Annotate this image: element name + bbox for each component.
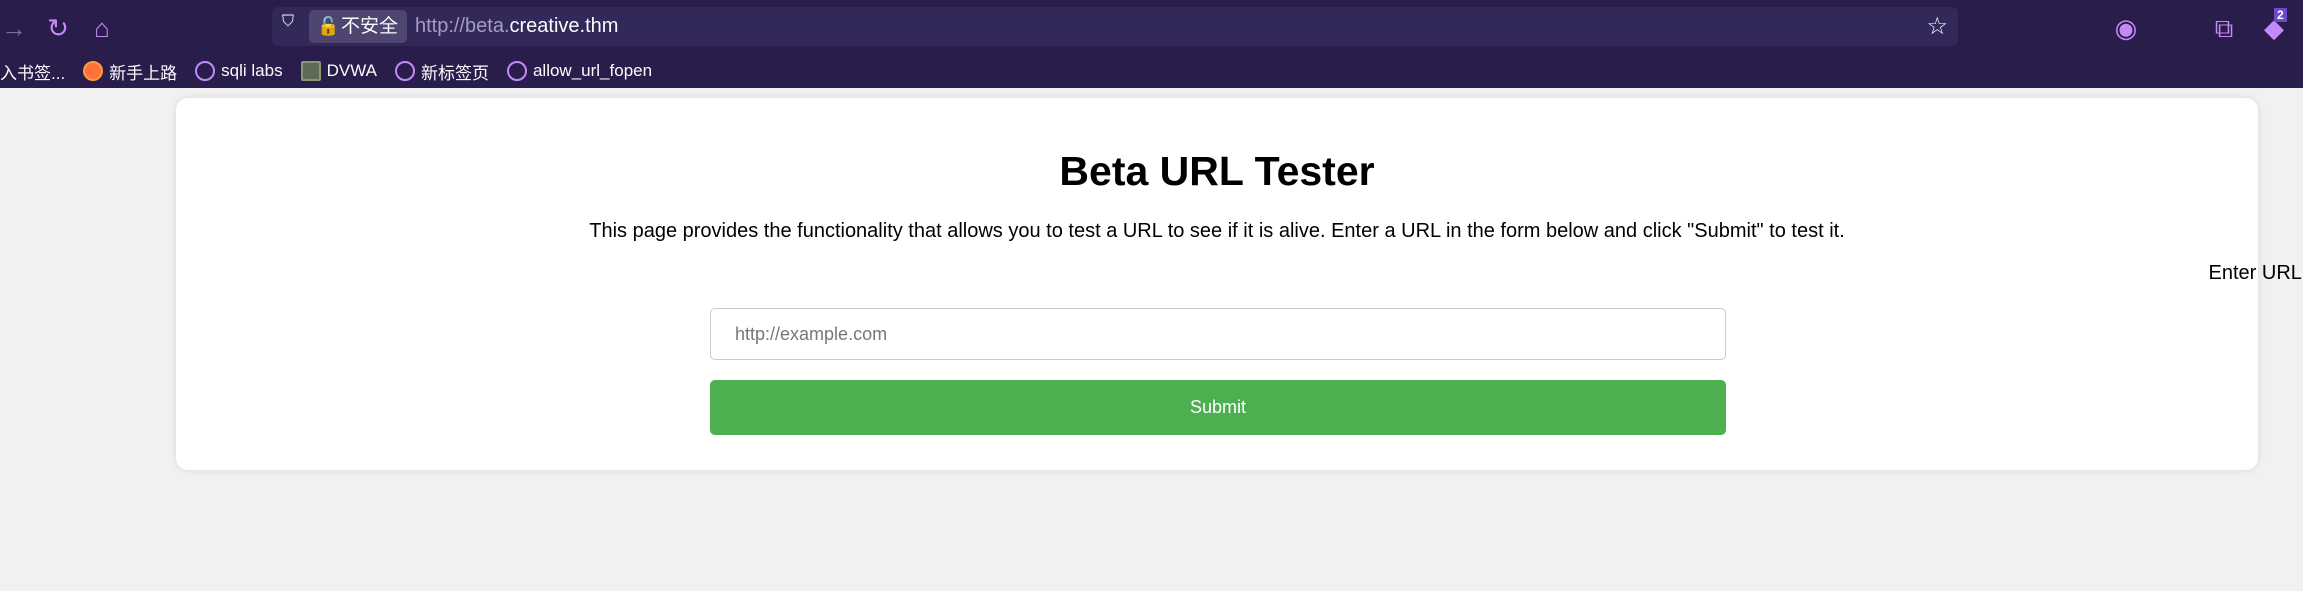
bookmark-label: allow_url_fopen bbox=[532, 61, 653, 80]
bookmark-item[interactable]: allow_url_fopen bbox=[506, 61, 653, 81]
bookmark-label: sqli labs bbox=[221, 61, 283, 80]
url-text[interactable]: http://beta.creative.thm bbox=[415, 7, 618, 46]
dvwa-icon bbox=[300, 61, 321, 81]
url-prefix: http://beta. bbox=[415, 15, 510, 37]
bookmark-label: 新标签页 bbox=[420, 63, 489, 83]
insecure-label: 不安全 bbox=[341, 16, 399, 37]
extensions-icon[interactable]: ⧉ bbox=[2210, 14, 2238, 42]
bookmark-star-icon[interactable]: ☆ bbox=[1926, 12, 1948, 41]
submit-button[interactable]: Submit bbox=[710, 380, 1726, 435]
shield-icon[interactable]: ⛉ bbox=[282, 13, 294, 31]
globe-icon bbox=[506, 61, 527, 81]
forward-icon[interactable]: → bbox=[0, 14, 28, 42]
insecure-indicator[interactable]: 🔓 不安全 bbox=[309, 10, 407, 43]
home-icon[interactable]: ⌂ bbox=[88, 14, 116, 42]
bookmark-item[interactable]: 入书签... bbox=[0, 59, 65, 84]
bookmark-item[interactable]: 新标签页 bbox=[394, 59, 489, 84]
browser-toolbar: → ↻ ⌂ ⛉ 🔓 不安全 http://beta.creative.thm ☆ … bbox=[0, 0, 2303, 88]
reload-icon[interactable]: ↻ bbox=[44, 14, 72, 42]
url-label: Enter URL: bbox=[2208, 262, 2303, 284]
globe-icon bbox=[195, 61, 216, 81]
badge-count: 2 bbox=[2274, 8, 2287, 22]
bookmark-label: 入书签... bbox=[0, 63, 66, 83]
bookmarks-bar: 入书签... 新手上路 sqli labs DVWA 新标签页 allow_ur… bbox=[0, 56, 670, 86]
page-description: This page provides the functionality tha… bbox=[589, 220, 1845, 242]
firefox-icon bbox=[83, 61, 104, 81]
url-domain: creative.thm bbox=[509, 15, 619, 37]
globe-icon bbox=[394, 61, 415, 81]
bookmark-label: DVWA bbox=[326, 61, 377, 80]
account-icon[interactable]: ◉ bbox=[2112, 14, 2140, 42]
bookmark-label: 新手上路 bbox=[109, 63, 178, 83]
address-bar[interactable]: ⛉ 🔓 不安全 http://beta.creative.thm ☆ bbox=[272, 7, 1958, 46]
lock-insecure-icon: 🔓 bbox=[317, 16, 340, 36]
url-input[interactable] bbox=[710, 308, 1726, 360]
bookmark-item[interactable]: sqli labs bbox=[195, 61, 283, 81]
bookmark-item[interactable]: DVWA bbox=[300, 61, 377, 81]
url-tester-card: Beta URL Tester This page provides the f… bbox=[176, 98, 2303, 470]
extension-badge-icon[interactable]: ◆ 2 bbox=[2260, 8, 2288, 42]
bookmark-item[interactable]: 新手上路 bbox=[83, 59, 177, 84]
page-title: Beta URL Tester bbox=[1059, 148, 1375, 194]
